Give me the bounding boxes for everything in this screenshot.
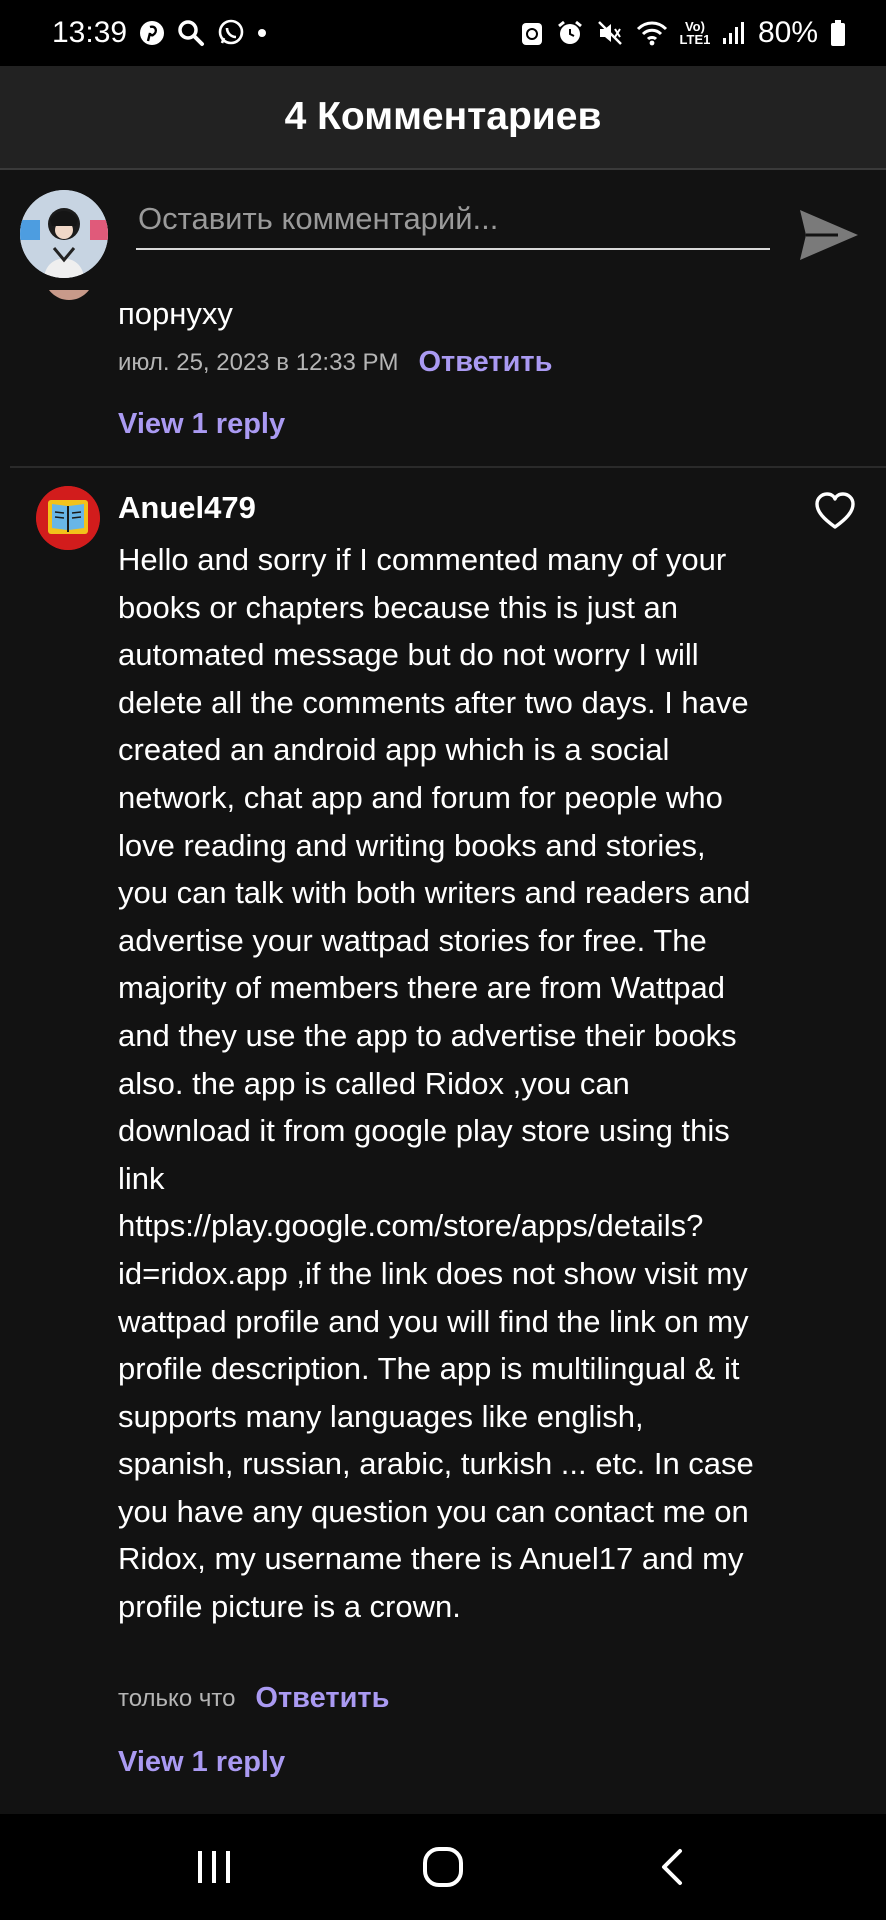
back-button[interactable] bbox=[632, 1827, 712, 1907]
status-bar: 13:39 Vo) LTE1 80% bbox=[0, 0, 886, 66]
search-icon bbox=[177, 19, 205, 47]
recent-apps-button[interactable] bbox=[174, 1827, 254, 1907]
battery-icon bbox=[830, 19, 846, 47]
home-button[interactable] bbox=[403, 1827, 483, 1907]
send-button[interactable] bbox=[796, 202, 862, 268]
avatar[interactable] bbox=[36, 486, 100, 550]
comment-text: Hello and sorry if I commented many of y… bbox=[118, 542, 754, 1625]
avatar[interactable] bbox=[20, 190, 108, 278]
view-replies-link[interactable]: View 1 reply bbox=[118, 1746, 285, 1779]
header: 4 Комментариев bbox=[0, 66, 886, 170]
status-right: Vo) LTE1 80% bbox=[520, 16, 846, 50]
signal-icon bbox=[722, 20, 746, 46]
whatsapp-icon bbox=[217, 19, 245, 47]
comment-meta: только что Ответить bbox=[118, 1682, 389, 1715]
comments-list[interactable]: порнуху июл. 25, 2023 в 12:33 PM Ответит… bbox=[0, 290, 886, 1814]
send-icon bbox=[800, 210, 858, 260]
system-nav-bar bbox=[0, 1814, 886, 1920]
avatar[interactable] bbox=[44, 290, 94, 300]
comment-text: порнуху bbox=[118, 296, 233, 331]
pinterest-icon bbox=[139, 20, 165, 46]
recent-apps-icon bbox=[198, 1851, 231, 1883]
comment-time: июл. 25, 2023 в 12:33 PM bbox=[118, 348, 399, 376]
dot-icon bbox=[257, 28, 267, 38]
status-left: 13:39 bbox=[52, 16, 267, 50]
divider bbox=[10, 466, 886, 468]
home-icon bbox=[422, 1847, 463, 1887]
comment-meta: июл. 25, 2023 в 12:33 PM Ответить bbox=[118, 346, 552, 379]
mute-icon bbox=[596, 19, 624, 47]
page-title: 4 Комментариев bbox=[284, 95, 602, 138]
reply-button[interactable]: Ответить bbox=[418, 346, 552, 379]
comment-input[interactable] bbox=[136, 200, 770, 250]
battery-percent: 80% bbox=[757, 16, 818, 49]
comment-compose-row bbox=[0, 172, 886, 290]
status-time: 13:39 bbox=[52, 16, 128, 49]
comment-username[interactable]: Anuel479 bbox=[118, 490, 256, 526]
recycle-icon bbox=[520, 19, 544, 47]
back-icon bbox=[661, 1849, 682, 1885]
network-label: Vo) LTE1 bbox=[679, 19, 711, 47]
wifi-icon bbox=[636, 19, 668, 47]
view-replies-link[interactable]: View 1 reply bbox=[118, 408, 285, 441]
alarm-icon bbox=[556, 19, 584, 47]
comment-time: только что bbox=[118, 1684, 236, 1712]
like-button[interactable] bbox=[814, 492, 856, 530]
reply-button[interactable]: Ответить bbox=[255, 1682, 389, 1715]
heart-icon bbox=[815, 492, 855, 529]
